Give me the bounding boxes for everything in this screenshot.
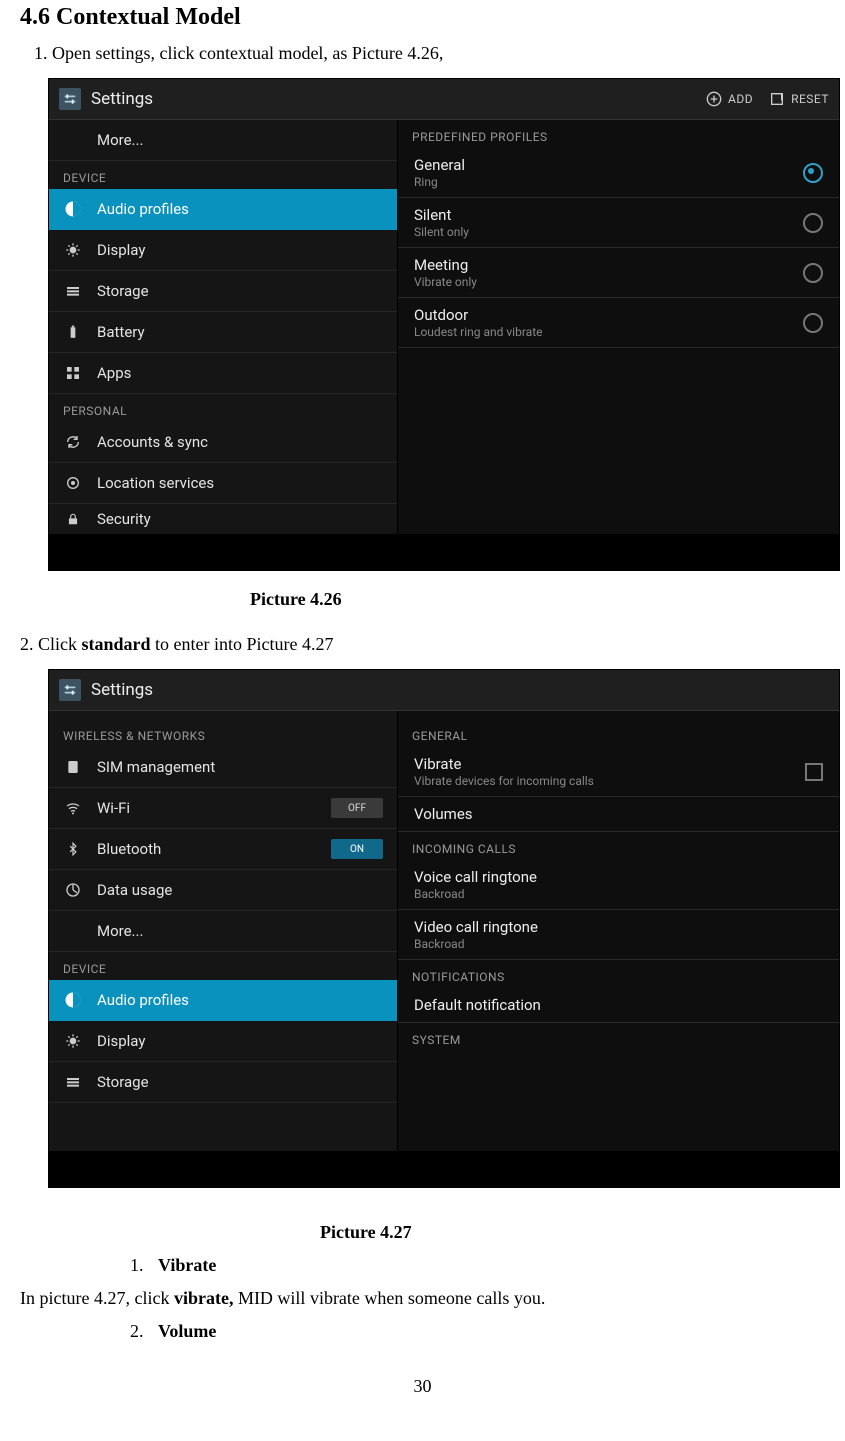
settings-sidebar: More... DEVICE Audio profiles Display St… xyxy=(49,120,398,534)
radio-icon[interactable] xyxy=(803,313,823,333)
apps-icon xyxy=(63,363,83,383)
sidebar-item-accounts[interactable]: Accounts & sync xyxy=(49,422,397,463)
step-2-text: 2. Click standard to enter into Picture … xyxy=(20,634,825,655)
display-icon xyxy=(63,240,83,260)
sidebar-item-more-[interactable]: More... xyxy=(49,911,397,952)
storage-icon xyxy=(63,281,83,301)
reset-label: RESET xyxy=(791,92,829,106)
sidebar-section-wireless: WIRELESS & NETWORKS xyxy=(49,711,397,747)
sidebar-item-audio-profiles[interactable]: Audio profiles xyxy=(49,980,397,1021)
sidebar-item-battery[interactable]: Battery xyxy=(49,312,397,353)
app-title: Settings xyxy=(91,680,829,700)
display-icon xyxy=(63,1031,83,1051)
content-section-incoming: INCOMING CALLS xyxy=(398,832,839,860)
sidebar-item-display[interactable]: Display xyxy=(49,1021,397,1062)
sub-item-1-text: In picture 4.27, click vibrate, MID will… xyxy=(20,1288,825,1309)
step-1-text: 1. Open settings, click contextual model… xyxy=(34,43,825,64)
sidebar-item-storage[interactable]: Storage xyxy=(49,1062,397,1103)
app-header: Settings xyxy=(49,670,839,711)
app-header: Settings ADD RESET xyxy=(49,79,839,120)
toggle-on[interactable]: ON xyxy=(331,839,383,859)
sim-management-icon xyxy=(63,757,83,777)
sidebar-item-location[interactable]: Location services xyxy=(49,463,397,504)
profile-silent[interactable]: SilentSilent only xyxy=(398,198,839,248)
settings-content: GENERAL VibrateVibrate devices for incom… xyxy=(398,711,839,1151)
storage-icon xyxy=(63,1072,83,1092)
radio-icon[interactable] xyxy=(803,213,823,233)
content-section-system: SYSTEM xyxy=(398,1023,839,1051)
sidebar-section-device: DEVICE xyxy=(49,952,397,980)
settings-icon xyxy=(59,679,81,701)
caption-4-27: Picture 4.27 xyxy=(320,1222,825,1243)
bluetooth-icon xyxy=(63,839,83,859)
sidebar-item-security[interactable]: Security xyxy=(49,504,397,534)
audio-icon xyxy=(63,990,83,1010)
setting-voice-ringtone[interactable]: Voice call ringtoneBackroad xyxy=(398,860,839,910)
document-page: 4.6 Contextual Model 1. Open settings, c… xyxy=(0,4,845,1437)
setting-vibrate[interactable]: VibrateVibrate devices for incoming call… xyxy=(398,747,839,797)
profile-meeting[interactable]: MeetingVibrate only xyxy=(398,248,839,298)
content-header-predefined: PREDEFINED PROFILES xyxy=(398,120,839,148)
settings-sidebar: WIRELESS & NETWORKS SIM managementWi-FiO… xyxy=(49,711,398,1151)
content-section-general: GENERAL xyxy=(398,711,839,747)
location-icon xyxy=(63,473,83,493)
lock-icon xyxy=(63,509,83,529)
setting-volumes[interactable]: Volumes xyxy=(398,797,839,832)
toggle-off[interactable]: OFF xyxy=(331,798,383,818)
content-section-notifications: NOTIFICATIONS xyxy=(398,960,839,988)
page-number: 30 xyxy=(20,1376,825,1397)
sidebar-item-audio-profiles[interactable]: Audio profiles xyxy=(49,189,397,230)
caption-4-26: Picture 4.26 xyxy=(250,589,825,610)
sidebar-section-personal: PERSONAL xyxy=(49,394,397,422)
sidebar-item-storage[interactable]: Storage xyxy=(49,271,397,312)
add-label: ADD xyxy=(728,92,753,106)
add-button[interactable]: ADD xyxy=(706,91,753,107)
sidebar-section-device: DEVICE xyxy=(49,161,397,189)
sidebar-item-data-usage[interactable]: Data usage xyxy=(49,870,397,911)
sidebar-item-display[interactable]: Display xyxy=(49,230,397,271)
screenshot-4-26: Settings ADD RESET More... DEVICE Audio … xyxy=(48,78,840,571)
more--icon xyxy=(63,921,83,941)
screenshot-4-27: Settings WIRELESS & NETWORKS SIM managem… xyxy=(48,669,840,1188)
sidebar-item-bluetooth[interactable]: BluetoothON xyxy=(49,829,397,870)
checkbox-icon[interactable] xyxy=(805,763,823,781)
setting-video-ringtone[interactable]: Video call ringtoneBackroad xyxy=(398,910,839,960)
sub-item-1: 1. Vibrate xyxy=(130,1255,825,1276)
audio-icon xyxy=(63,199,83,219)
battery-icon xyxy=(63,322,83,342)
profile-general[interactable]: GeneralRing xyxy=(398,148,839,198)
sub-item-2: 2. Volume xyxy=(130,1321,825,1342)
settings-icon xyxy=(59,88,81,110)
sidebar-item-more[interactable]: More... xyxy=(49,120,397,161)
section-heading: 4.6 Contextual Model xyxy=(20,4,825,31)
setting-default-notification[interactable]: Default notification xyxy=(398,988,839,1023)
radio-icon[interactable] xyxy=(803,163,823,183)
settings-content: PREDEFINED PROFILES GeneralRingSilentSil… xyxy=(398,120,839,534)
reset-button[interactable]: RESET xyxy=(769,91,829,107)
sidebar-item-sim-management[interactable]: SIM management xyxy=(49,747,397,788)
profile-outdoor[interactable]: OutdoorLoudest ring and vibrate xyxy=(398,298,839,348)
sidebar-item-apps[interactable]: Apps xyxy=(49,353,397,394)
radio-icon[interactable] xyxy=(803,263,823,283)
sync-icon xyxy=(63,432,83,452)
wi-fi-icon xyxy=(63,798,83,818)
app-title: Settings xyxy=(91,89,706,109)
sidebar-item-wi-fi[interactable]: Wi-FiOFF xyxy=(49,788,397,829)
data-usage-icon xyxy=(63,880,83,900)
